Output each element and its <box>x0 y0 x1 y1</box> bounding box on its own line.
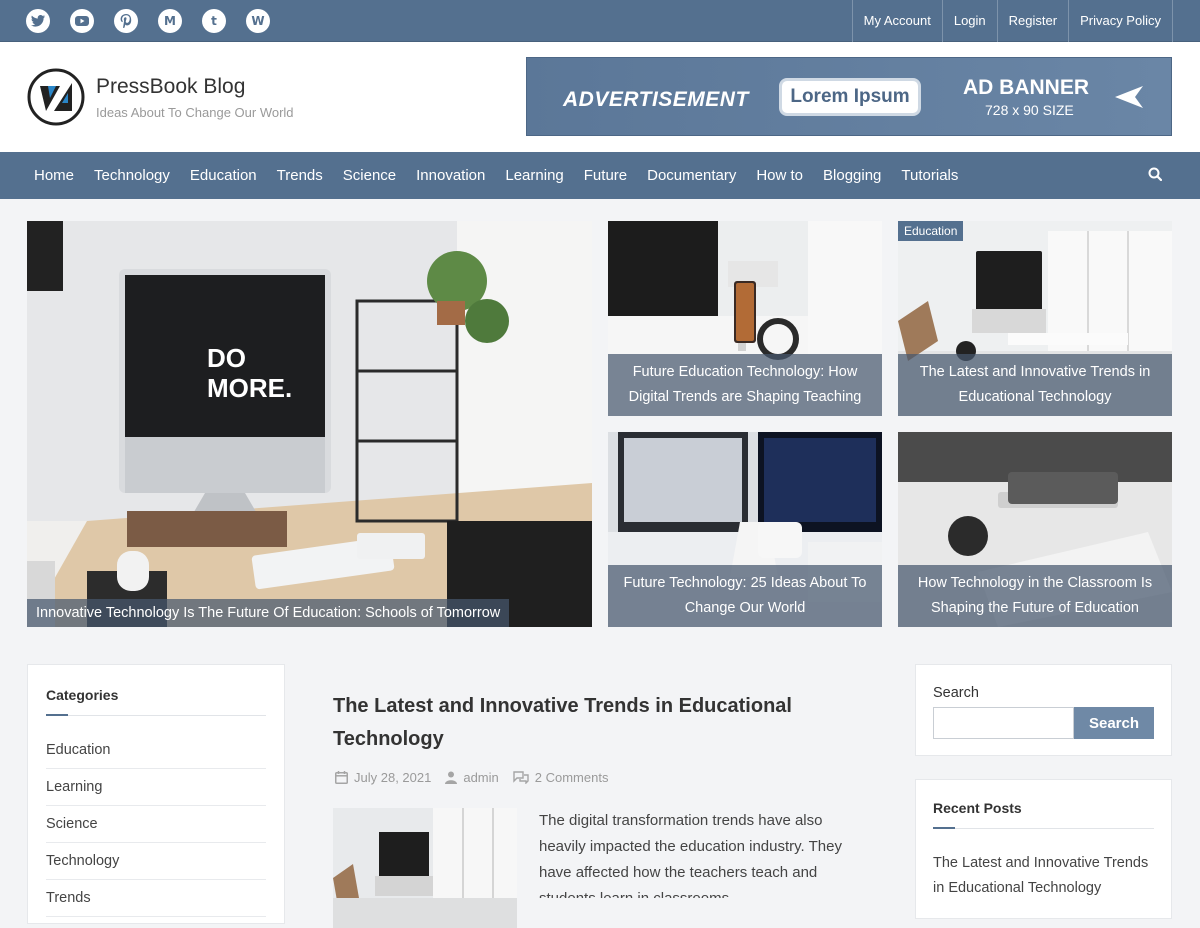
category-item-education[interactable]: Education <box>46 732 266 769</box>
category-item-technology[interactable]: Technology <box>46 843 266 880</box>
nav-item-innovation[interactable]: Innovation <box>406 167 495 184</box>
account-links: My Account Login Register Privacy Policy <box>851 0 1173 42</box>
recent-posts-title: Recent Posts <box>933 800 1022 816</box>
top-bar: M t W My Account Login Register Privacy … <box>0 0 1200 42</box>
post-excerpt: The digital transformation trends have a… <box>539 812 842 898</box>
medium-icon[interactable]: M <box>158 8 182 33</box>
featured-posts: DO MORE. Innovative Technology Is The Fu… <box>27 221 1172 627</box>
nav-item-learning[interactable]: Learning <box>495 167 573 184</box>
search-icon[interactable] <box>1148 167 1163 186</box>
post-meta: July 28, 2021 admin 2 Comments <box>335 770 608 785</box>
ad-text: ADVERTISEMENT <box>563 88 749 111</box>
nav-item-technology[interactable]: Technology <box>84 167 180 184</box>
nav-item-education[interactable]: Education <box>180 167 267 184</box>
widget-divider <box>933 827 1154 829</box>
post-author[interactable]: admin <box>445 770 499 785</box>
my-account-link[interactable]: My Account <box>853 0 943 42</box>
widget-divider <box>46 714 266 716</box>
calendar-icon <box>335 771 348 784</box>
ad-heading: AD BANNER <box>963 76 1089 99</box>
featured-post-2-caption[interactable]: The Latest and Innovative Trends in Educ… <box>898 354 1172 416</box>
category-item-learning[interactable]: Learning <box>46 769 266 806</box>
post-thumbnail[interactable] <box>333 808 517 928</box>
featured-post-4-caption[interactable]: How Technology in the Classroom Is Shapi… <box>898 565 1172 627</box>
screen-text-1: DO <box>207 343 246 373</box>
search-button[interactable]: Search <box>1074 707 1154 739</box>
category-item-science[interactable]: Science <box>46 806 266 843</box>
nav-item-trends[interactable]: Trends <box>267 167 333 184</box>
main-content: The Latest and Innovative Trends in Educ… <box>301 664 899 928</box>
youtube-icon[interactable] <box>70 8 94 33</box>
social-links: M t W <box>26 8 270 33</box>
search-widget: Search Search <box>915 664 1172 756</box>
register-link[interactable]: Register <box>998 0 1070 42</box>
search-widget-title: Search <box>933 685 979 701</box>
featured-post-3[interactable]: Future Technology: 25 Ideas About To Cha… <box>608 432 882 627</box>
login-link[interactable]: Login <box>943 0 998 42</box>
site-header: PressBook Blog Ideas About To Change Our… <box>0 42 1200 152</box>
ad-pill: Lorem Ipsum <box>779 78 921 116</box>
ad-banner[interactable]: ADVERTISEMENT Lorem Ipsum AD BANNER 728 … <box>526 57 1172 136</box>
screen-text-2: MORE. <box>207 373 292 403</box>
featured-post-1-caption[interactable]: Future Education Technology: How Digital… <box>608 354 882 416</box>
featured-post-large[interactable]: DO MORE. Innovative Technology Is The Fu… <box>27 221 592 627</box>
nav-item-how-to[interactable]: How to <box>746 167 813 184</box>
post-comments[interactable]: 2 Comments <box>513 770 608 785</box>
tumblr-icon[interactable]: t <box>202 8 226 33</box>
featured-post-2[interactable]: Education The Latest and Innovative Tren… <box>898 221 1172 416</box>
pinterest-icon[interactable] <box>114 8 138 33</box>
search-input[interactable] <box>933 707 1074 739</box>
site-title[interactable]: PressBook Blog <box>96 75 245 99</box>
user-icon <box>445 771 458 784</box>
wordpress-icon[interactable]: W <box>246 8 270 33</box>
twitter-icon[interactable] <box>26 8 50 33</box>
site-logo-icon[interactable] <box>26 67 86 127</box>
nav-item-documentary[interactable]: Documentary <box>637 167 746 184</box>
nav-item-blogging[interactable]: Blogging <box>813 167 891 184</box>
comments-icon <box>513 771 529 784</box>
categories-title: Categories <box>46 687 119 703</box>
category-badge[interactable]: Education <box>898 221 964 241</box>
nav-item-home[interactable]: Home <box>24 167 84 184</box>
category-item-trends[interactable]: Trends <box>46 880 266 917</box>
featured-post-4[interactable]: How Technology in the Classroom Is Shapi… <box>898 432 1172 627</box>
featured-post-large-caption[interactable]: Innovative Technology Is The Future Of E… <box>27 599 510 627</box>
send-arrow-icon <box>1115 86 1143 113</box>
privacy-policy-link[interactable]: Privacy Policy <box>1069 0 1173 42</box>
main-nav: Home Technology Education Trends Science… <box>0 152 1200 199</box>
post-title[interactable]: The Latest and Innovative Trends in Educ… <box>333 690 803 756</box>
ad-size: 728 x 90 SIZE <box>985 102 1074 118</box>
site-tagline: Ideas About To Change Our World <box>96 105 294 120</box>
featured-post-1[interactable]: Future Education Technology: How Digital… <box>608 221 882 416</box>
post-date[interactable]: July 28, 2021 <box>335 770 431 785</box>
recent-post-link[interactable]: The Latest and Innovative Trends in Educ… <box>933 851 1154 901</box>
categories-widget: Categories Education Learning Science Te… <box>27 664 285 924</box>
categories-list: Education Learning Science Technology Tr… <box>46 732 266 917</box>
nav-item-future[interactable]: Future <box>574 167 637 184</box>
nav-item-tutorials[interactable]: Tutorials <box>891 167 968 184</box>
featured-post-3-caption[interactable]: Future Technology: 25 Ideas About To Cha… <box>608 565 882 627</box>
recent-posts-widget: Recent Posts The Latest and Innovative T… <box>915 779 1172 919</box>
nav-item-science[interactable]: Science <box>333 167 406 184</box>
